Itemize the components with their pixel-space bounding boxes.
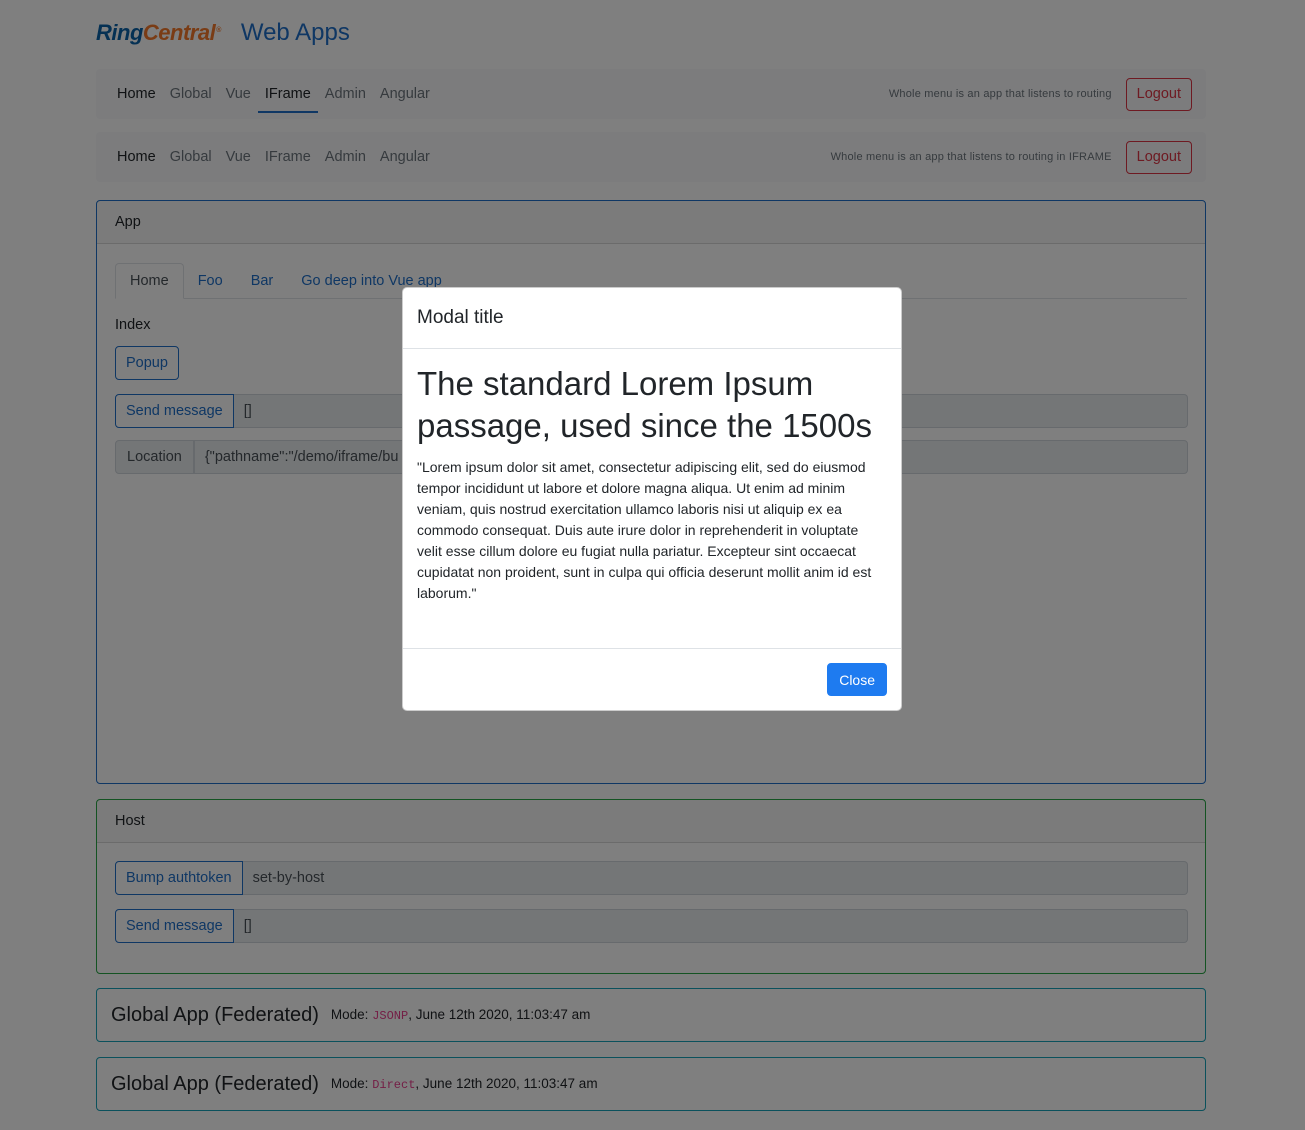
- modal-title: Modal title: [403, 288, 901, 349]
- modal-heading: The standard Lorem Ipsum passage, used s…: [417, 365, 872, 444]
- close-button[interactable]: Close: [827, 663, 887, 696]
- modal-body: The standard Lorem Ipsum passage, used s…: [403, 349, 901, 649]
- modal-footer: Close: [403, 648, 901, 710]
- modal-text: "Lorem ipsum dolor sit amet, consectetur…: [417, 458, 872, 601]
- modal-dialog: Modal title The standard Lorem Ipsum pas…: [402, 287, 902, 711]
- page: RingCentral® Web Apps Home Global Vue IF…: [0, 0, 1305, 1130]
